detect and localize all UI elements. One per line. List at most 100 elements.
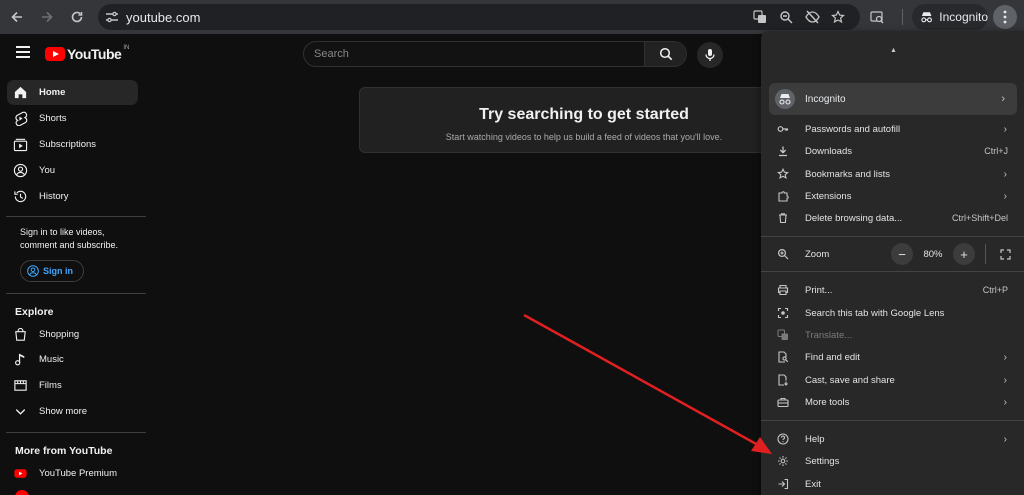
menu-item-shortcut: Ctrl+Shift+Del (951, 213, 1008, 223)
sidebar-item-subscriptions[interactable]: Subscriptions (7, 132, 138, 157)
incognito-avatar-icon (775, 89, 795, 109)
more-vert-icon (1003, 10, 1007, 24)
account-circle-icon (27, 265, 39, 277)
sidebar-item-shopping[interactable]: Shopping (7, 322, 138, 347)
voice-search-button[interactable] (697, 42, 723, 68)
menu-item-more-tools[interactable]: More tools › (761, 391, 1024, 413)
youtube-search-input[interactable]: Search (304, 42, 644, 66)
menu-item-exit[interactable]: Exit (761, 473, 1024, 495)
chevron-right-icon: › (1003, 351, 1007, 363)
history-icon (1, 189, 39, 204)
menu-item-downloads[interactable]: Downloads Ctrl+J (761, 140, 1024, 162)
key-icon (761, 123, 805, 135)
menu-item-label: Find and edit (805, 351, 860, 363)
url-text[interactable]: youtube.com (126, 10, 200, 25)
sidebar-item-shorts[interactable]: Shorts (7, 106, 138, 131)
menu-separator (761, 236, 1024, 237)
chevron-right-icon: › (1001, 93, 1005, 105)
films-icon (1, 378, 39, 393)
save-page-icon (761, 374, 805, 386)
sidebar-item-show-more[interactable]: Show more (7, 399, 138, 424)
shorts-icon (1, 111, 39, 126)
chrome-menu-button[interactable] (993, 5, 1017, 29)
toolbox-icon (761, 396, 805, 408)
back-button[interactable] (4, 4, 30, 30)
menu-item-google-lens[interactable]: Search this tab with Google Lens (761, 302, 1024, 324)
chevron-right-icon: › (1003, 190, 1007, 202)
chrome-app-menu: ▲ Incognito › Passwords and autofill › D… (761, 31, 1024, 495)
sidebar-item-label: Shopping (39, 329, 80, 340)
music-icon (1, 352, 39, 367)
menu-item-bookmarks[interactable]: Bookmarks and lists › (761, 163, 1024, 185)
subscriptions-icon (1, 137, 39, 152)
menu-item-settings[interactable]: Settings (761, 450, 1024, 472)
menu-profile-label: Incognito (805, 93, 846, 105)
zoom-icon[interactable] (778, 9, 794, 25)
sidebar-item-films[interactable]: Films (7, 373, 138, 398)
more-from-youtube-heading: More from YouTube (15, 445, 113, 457)
menu-item-passwords[interactable]: Passwords and autofill › (761, 118, 1024, 140)
prompt-title: Try searching to get started (479, 106, 689, 123)
prompt-subtitle: Start watching videos to help us build a… (445, 132, 723, 142)
fullscreen-button[interactable] (994, 243, 1016, 265)
menu-item-label: Settings (805, 455, 840, 467)
chevron-right-icon: › (1003, 433, 1007, 445)
forward-button[interactable] (34, 4, 60, 30)
menu-item-label: Downloads (805, 145, 852, 157)
sidebar-item-music[interactable]: Music (7, 347, 138, 372)
menu-item-label: Exit (805, 478, 821, 490)
zoom-divider (985, 244, 986, 264)
menu-item-help[interactable]: Help › (761, 428, 1024, 450)
sidebar-item-label: History (39, 191, 69, 202)
sidebar-item-label: Shorts (39, 113, 67, 124)
lens-search-icon[interactable] (866, 6, 888, 28)
tracking-blocked-icon[interactable] (804, 9, 820, 25)
menu-item-extensions[interactable]: Extensions › (761, 185, 1024, 207)
menu-item-find-and-edit[interactable]: Find and edit › (761, 346, 1024, 368)
site-info-icon[interactable] (98, 11, 126, 23)
youtube-region-code: IN (123, 45, 130, 51)
signin-prompt-text: Sign in to like videos, comment and subs… (20, 227, 119, 250)
sidebar-item-label: You (39, 165, 56, 176)
menu-item-label: Search this tab with Google Lens (805, 307, 945, 319)
youtube-search-button[interactable] (644, 42, 686, 66)
reload-icon (71, 11, 83, 23)
menu-item-delete-browsing-data[interactable]: Delete browsing data... Ctrl+Shift+Del (761, 207, 1024, 229)
reload-button[interactable] (64, 4, 90, 30)
guide-menu-icon[interactable] (16, 46, 30, 58)
star-icon (761, 168, 805, 180)
menu-item-label: Passwords and autofill (805, 123, 901, 135)
youtube-play-icon (45, 47, 65, 61)
incognito-chip[interactable]: Incognito (912, 4, 988, 30)
menu-item-label: Delete browsing data... (805, 212, 903, 224)
bookmark-star-icon[interactable] (830, 9, 846, 25)
menu-profile-incognito[interactable]: Incognito › (769, 83, 1017, 115)
youtube-search-box[interactable]: Search (303, 41, 687, 67)
sidebar-item-label: Home (39, 87, 66, 98)
sidebar-item-youtube-premium[interactable]: YouTube Premium (7, 461, 138, 486)
address-bar[interactable]: youtube.com (98, 4, 860, 30)
partial-red-icon (15, 490, 29, 495)
youtube-logo[interactable]: YouTube IN (45, 45, 130, 62)
menu-item-print[interactable]: Print... Ctrl+P (761, 279, 1024, 301)
menu-item-cast-save-share[interactable]: Cast, save and share › (761, 369, 1024, 391)
menu-item-label: Help (805, 433, 825, 445)
sidebar-item-home[interactable]: Home (7, 80, 138, 105)
zoom-value: 80% (923, 248, 943, 260)
find-page-icon (761, 351, 805, 363)
menu-item-label: Bookmarks and lists (805, 168, 891, 180)
zoom-in-button[interactable]: + (953, 243, 975, 265)
sidebar-signin-button[interactable]: Sign in (20, 260, 84, 282)
sidebar-item-history[interactable]: History (7, 184, 138, 209)
youtube-premium-icon (1, 466, 39, 481)
menu-item-label: Translate... (805, 329, 853, 341)
sidebar-item-you[interactable]: You (7, 158, 138, 183)
sidebar-divider (6, 293, 146, 294)
zoom-out-button[interactable]: − (891, 243, 913, 265)
translate-icon[interactable] (752, 9, 768, 25)
trash-icon (761, 212, 805, 224)
toolbar-divider (902, 9, 903, 25)
home-icon (1, 85, 39, 100)
download-icon (761, 145, 805, 157)
back-arrow-icon (11, 11, 22, 23)
